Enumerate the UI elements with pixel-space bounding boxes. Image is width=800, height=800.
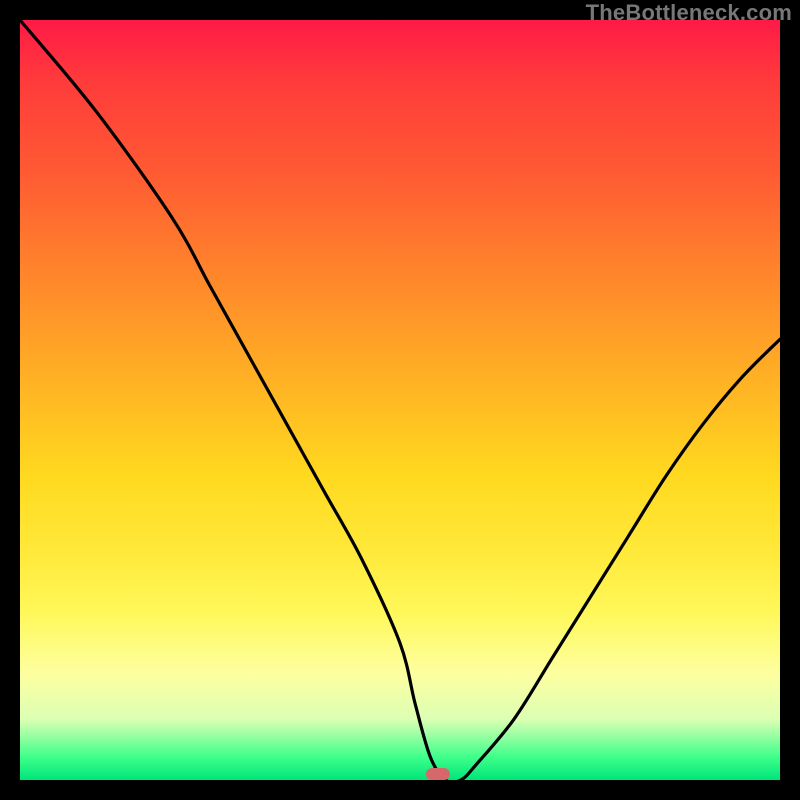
optimal-marker xyxy=(426,768,450,780)
plot-area xyxy=(20,20,780,780)
chart-frame: TheBottleneck.com xyxy=(0,0,800,800)
bottleneck-curve xyxy=(20,20,780,780)
